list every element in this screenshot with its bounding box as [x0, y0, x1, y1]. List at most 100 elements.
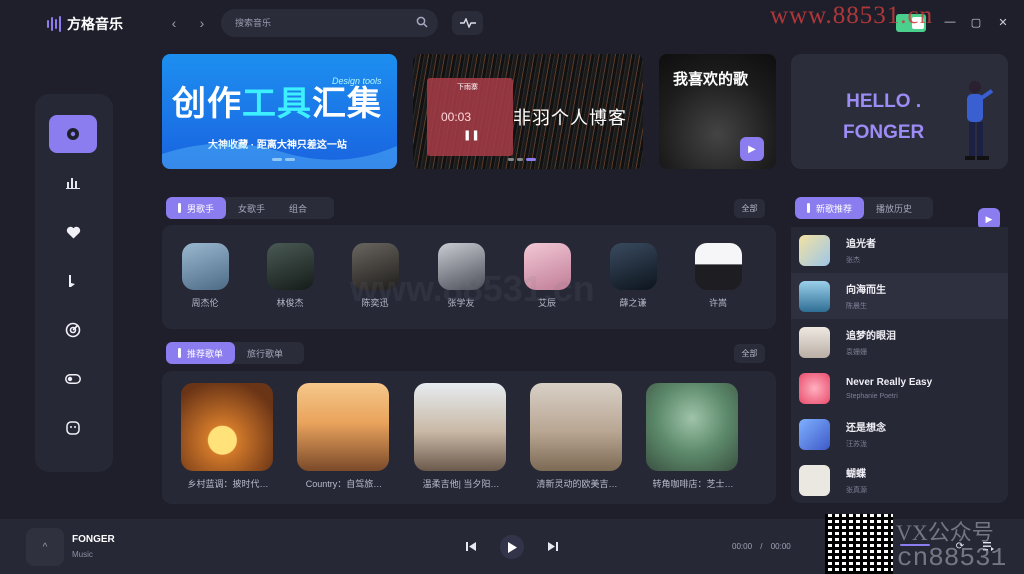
banner-blog[interactable]: 下雨寨 00:03 ❚❚ 非羽个人博客 [413, 54, 643, 169]
play-icon[interactable]: ▶ [740, 137, 764, 161]
playlist-card[interactable]: 转角咖啡店：芝士… [646, 383, 740, 490]
forward-arrow-icon[interactable]: › [193, 14, 211, 32]
banner-greeting: HELLO . FONGER [843, 91, 925, 143]
search-input[interactable] [235, 18, 416, 28]
tab-groups[interactable]: 组合 [277, 197, 319, 219]
song-thumbnail [799, 326, 830, 358]
app-logo: 方格音乐 [47, 12, 123, 36]
watermark-middle: www.88531.cn [350, 268, 595, 309]
playlist-card[interactable]: 清新灵动的欧美吉… [530, 383, 624, 490]
search-bar[interactable] [221, 9, 438, 37]
side-nav [35, 94, 113, 472]
singer-name: 许嵩 [708, 298, 727, 308]
playlists-all-button[interactable]: 全部 [734, 344, 765, 363]
song-title: 蝴蝶 [846, 469, 866, 480]
song-artist: 袁姗姗 [846, 349, 867, 356]
app-name: 方格音乐 [67, 16, 123, 32]
singer-card[interactable]: 许嵩 [688, 243, 748, 309]
note-icon [69, 275, 75, 287]
song-title: 还是想念 [846, 423, 886, 434]
singer-card[interactable]: 周杰伦 [175, 243, 235, 309]
playlist-cover [530, 383, 622, 471]
time-separator: / [760, 542, 763, 551]
now-playing-cover[interactable]: ^ [26, 528, 64, 566]
song-artist: 陈晨生 [846, 303, 867, 310]
song-thumbnail [799, 464, 830, 496]
banner-title: 非羽个人博客 [513, 108, 627, 129]
pause-icon: ❚❚ [463, 130, 480, 141]
watermark-top: www.88531.cn [770, 2, 934, 29]
minimize-icon[interactable]: — [942, 14, 958, 30]
singer-illustration [965, 81, 994, 160]
song-thumbnail [799, 280, 830, 312]
playlist-cover [297, 383, 389, 471]
back-arrow-icon[interactable]: ‹ [165, 14, 183, 32]
avatar [609, 243, 657, 290]
playlist-tabs: 推荐歌单 旅行歌单 [166, 342, 304, 364]
singer-card[interactable]: 薛之谦 [603, 243, 663, 309]
playlist-title: 转角咖啡店：芝士… [652, 479, 734, 489]
playlist-card[interactable]: 乡村蓝调：披时代… [181, 383, 275, 490]
song-title: Never Really Easy [846, 376, 933, 388]
playlist-cover [181, 383, 273, 471]
playlist-cover [414, 383, 506, 471]
maximize-icon[interactable]: ▢ [968, 14, 984, 30]
next-icon[interactable] [546, 540, 560, 552]
right-tabs: 新歌推荐 播放历史 [795, 197, 933, 219]
avatar [694, 243, 742, 290]
song-list: 追光者 张杰 向海而生陈晨生 追梦的眼泪 袁姗姗 Never Really Easy… [791, 227, 1008, 503]
singer-card[interactable]: 林俊杰 [260, 243, 320, 309]
song-artist: 张杰 [846, 257, 860, 264]
pulse-icon[interactable] [452, 11, 483, 35]
play-button[interactable] [500, 535, 524, 559]
time-current: 00:00 [732, 542, 753, 551]
qr-code [825, 514, 893, 574]
playlist-card[interactable]: Country：自驾旅… [297, 383, 391, 490]
tab-recommended-playlists[interactable]: 推荐歌单 [166, 342, 236, 364]
tab-travel-playlists[interactable]: 旅行歌单 [235, 342, 295, 364]
list-item[interactable]: 还是想念 汪苏泷 [791, 411, 1008, 457]
toggle-icon [65, 374, 81, 384]
nav-discover[interactable] [49, 115, 97, 153]
list-item[interactable]: 追光者 张杰 [791, 227, 1008, 273]
avatar [266, 243, 314, 290]
close-icon[interactable]: ✕ [995, 14, 1011, 30]
song-thumbnail [799, 418, 830, 450]
tab-female-singers[interactable]: 女歌手 [226, 197, 277, 219]
avatar [181, 243, 229, 290]
list-item[interactable]: 向海而生 陈晨生 [791, 273, 1008, 319]
song-artist: Stephanie Poetri [846, 392, 898, 400]
song-thumbnail [799, 234, 830, 266]
list-item[interactable]: 蝴蝶 张真源 [791, 457, 1008, 503]
heart-icon [66, 226, 80, 238]
nav-charts[interactable] [49, 164, 97, 202]
playlist-title: 清新灵动的欧美吉… [536, 479, 618, 489]
banner-hello: HELLO . FONGER [791, 54, 1008, 169]
banner-my-favorites[interactable]: 我喜欢的歌 ▶ [659, 54, 776, 169]
tab-history[interactable]: 播放历史 [864, 197, 924, 219]
previous-icon[interactable] [464, 540, 478, 552]
playlist-card[interactable]: 温柔吉他| 当夕阳… [414, 383, 508, 490]
song-title: 向海而生 [846, 285, 886, 296]
tab-male-singers[interactable]: 男歌手 [166, 197, 227, 219]
singers-all-button[interactable]: 全部 [734, 199, 765, 218]
logo-icon [47, 16, 61, 32]
playlist-title: 温柔吉他| 当夕阳… [422, 479, 500, 489]
nav-radar[interactable] [49, 311, 97, 349]
list-item[interactable]: Never Really Easy Stephanie Poetri [791, 365, 1008, 411]
nav-emoji[interactable] [49, 409, 97, 447]
watermark-bottom2: cn88531 [897, 543, 1007, 573]
list-item[interactable]: 追梦的眼泪 袁姗姗 [791, 319, 1008, 365]
carousel-dots [508, 158, 536, 161]
search-icon[interactable] [416, 16, 428, 31]
singer-name: 周杰伦 [191, 298, 219, 308]
playlists-panel: 乡村蓝调：披时代… Country：自驾旅… 温柔吉他| 当夕阳… 清新灵动的欧… [162, 371, 776, 504]
playlist-title: Country：自驾旅… [305, 479, 383, 489]
tab-new-songs[interactable]: 新歌推荐 [795, 197, 865, 219]
disc-icon [67, 128, 79, 140]
nav-toggle[interactable] [49, 360, 97, 398]
nav-favorites[interactable] [49, 213, 97, 251]
banner-design-tools[interactable]: 创作工具汇集 Design tools 大神收藏 · 距离大神只差这一站 [162, 54, 397, 169]
banner-tag: Design tools [332, 76, 382, 86]
nav-music-note[interactable] [49, 262, 97, 300]
